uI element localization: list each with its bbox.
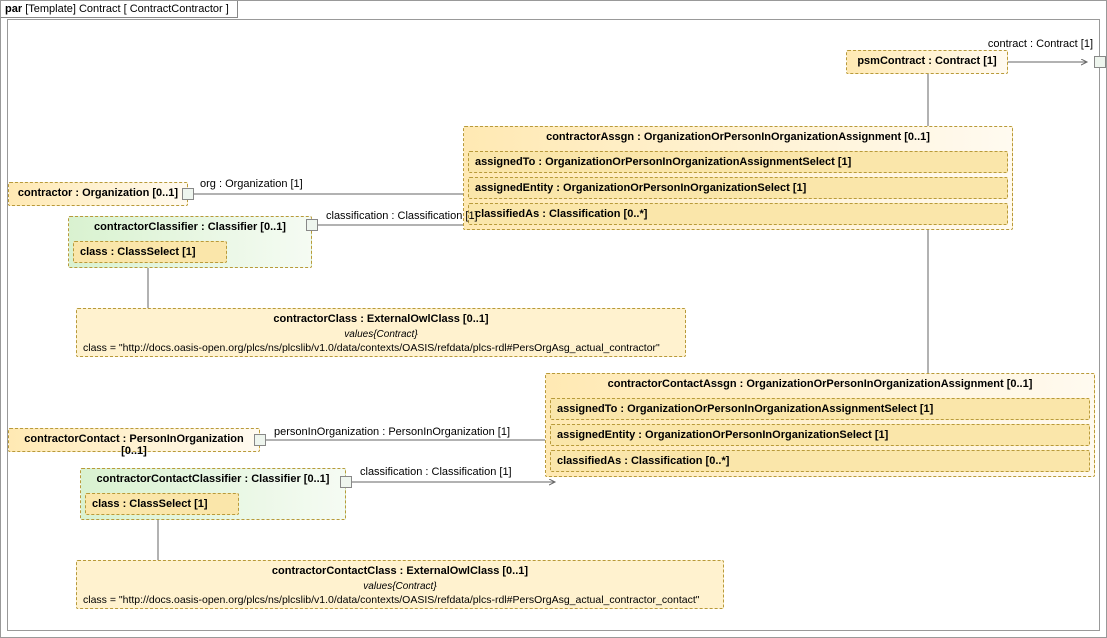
contractor-contact-class-valueslabel: values{Contract}	[77, 581, 723, 592]
contractor-port	[182, 188, 194, 200]
contractor-assgn-classifiedas[interactable]: classifiedAs : Classification [0..*]	[468, 203, 1008, 225]
contractor-contact-assgn-title: contractorContactAssgn : OrganizationOrP…	[546, 374, 1094, 394]
contractor-contact-assgn-classifiedas[interactable]: classifiedAs : Classification [0..*]	[550, 450, 1090, 472]
edge-label-org: org : Organization [1]	[200, 178, 303, 190]
edge-label-pio: personInOrganization : PersonInOrganizat…	[274, 426, 510, 438]
psmcontract-title: psmContract : Contract [1]	[847, 51, 1007, 71]
contractor-contact-classifier-title: contractorContactClassifier : Classifier…	[81, 469, 345, 489]
contractor-contact-title: contractorContact : PersonInOrganization…	[9, 429, 259, 461]
node-contractor-assgn[interactable]: contractorAssgn : OrganizationOrPersonIn…	[463, 126, 1013, 230]
contractor-contact-classifier-classselect[interactable]: class : ClassSelect [1]	[85, 493, 239, 515]
contractor-assgn-title: contractorAssgn : OrganizationOrPersonIn…	[464, 127, 1012, 147]
node-contractor-contact-class[interactable]: contractorContactClass : ExternalOwlClas…	[76, 560, 724, 609]
contractor-class-value: class = "http://docs.oasis-open.org/plcs…	[77, 340, 685, 356]
contractor-classifier-classselect[interactable]: class : ClassSelect [1]	[73, 241, 227, 263]
frame-meta: [Template] Contract [ ContractContractor…	[25, 3, 229, 15]
contractor-contact-classifier-port	[340, 476, 352, 488]
edge-label-classification1: classification : Classification [1]	[326, 210, 478, 222]
contractor-title: contractor : Organization [0..1]	[9, 183, 187, 203]
contractor-classifier-title: contractorClassifier : Classifier [0..1]	[69, 217, 311, 237]
node-contractor-contact-assgn[interactable]: contractorContactAssgn : OrganizationOrP…	[545, 373, 1095, 477]
contractor-assgn-assignedentity[interactable]: assignedEntity : OrganizationOrPersonInO…	[468, 177, 1008, 199]
edge-label-contract: contract : Contract [1]	[988, 38, 1093, 50]
contract-port	[1094, 56, 1106, 68]
contractor-class-title: contractorClass : ExternalOwlClass [0..1…	[77, 309, 685, 329]
contractor-contact-class-title: contractorContactClass : ExternalOwlClas…	[77, 561, 723, 581]
frame-kind: par	[5, 3, 22, 15]
inner-frame: contract : Contract [1] psmContract : Co…	[7, 19, 1100, 631]
node-contractor-contact[interactable]: contractorContact : PersonInOrganization…	[8, 428, 260, 452]
contractor-contact-class-value: class = "http://docs.oasis-open.org/plcs…	[77, 592, 723, 608]
diagram-frame: par [Template] Contract [ ContractContra…	[0, 0, 1107, 638]
node-psmcontract[interactable]: psmContract : Contract [1]	[846, 50, 1008, 74]
contractor-class-valueslabel: values{Contract}	[77, 329, 685, 340]
node-contractor-contact-classifier[interactable]: contractorContactClassifier : Classifier…	[80, 468, 346, 520]
contractor-contact-assgn-assignedto[interactable]: assignedTo : OrganizationOrPersonInOrgan…	[550, 398, 1090, 420]
contractor-contact-port	[254, 434, 266, 446]
contractor-contact-assgn-assignedentity[interactable]: assignedEntity : OrganizationOrPersonInO…	[550, 424, 1090, 446]
node-contractor-classifier[interactable]: contractorClassifier : Classifier [0..1]…	[68, 216, 312, 268]
node-contractor-class[interactable]: contractorClass : ExternalOwlClass [0..1…	[76, 308, 686, 357]
node-contractor[interactable]: contractor : Organization [0..1]	[8, 182, 188, 206]
edge-label-classification2: classification : Classification [1]	[360, 466, 512, 478]
contractor-assgn-assignedto[interactable]: assignedTo : OrganizationOrPersonInOrgan…	[468, 151, 1008, 173]
contractor-classifier-port	[306, 219, 318, 231]
frame-header: par [Template] Contract [ ContractContra…	[1, 1, 238, 18]
